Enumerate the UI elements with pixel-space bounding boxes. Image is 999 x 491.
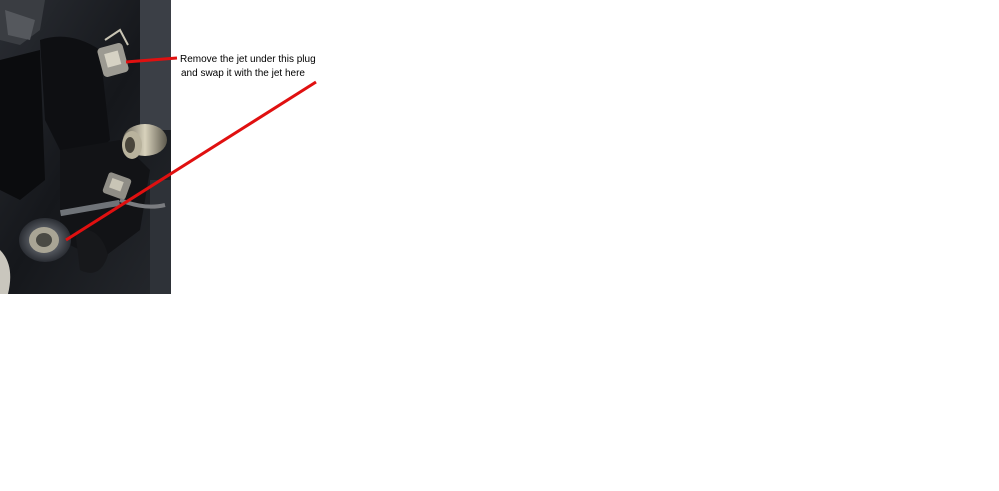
caption-line-1: Remove the jet under this plug [180,54,316,65]
engine-photo [0,0,171,294]
carburetor-photo-drawing [0,0,171,294]
annotation-caption: Remove the jet under this plug and swap … [180,53,316,81]
caption-line-2: and swap it with the jet here [181,68,305,79]
